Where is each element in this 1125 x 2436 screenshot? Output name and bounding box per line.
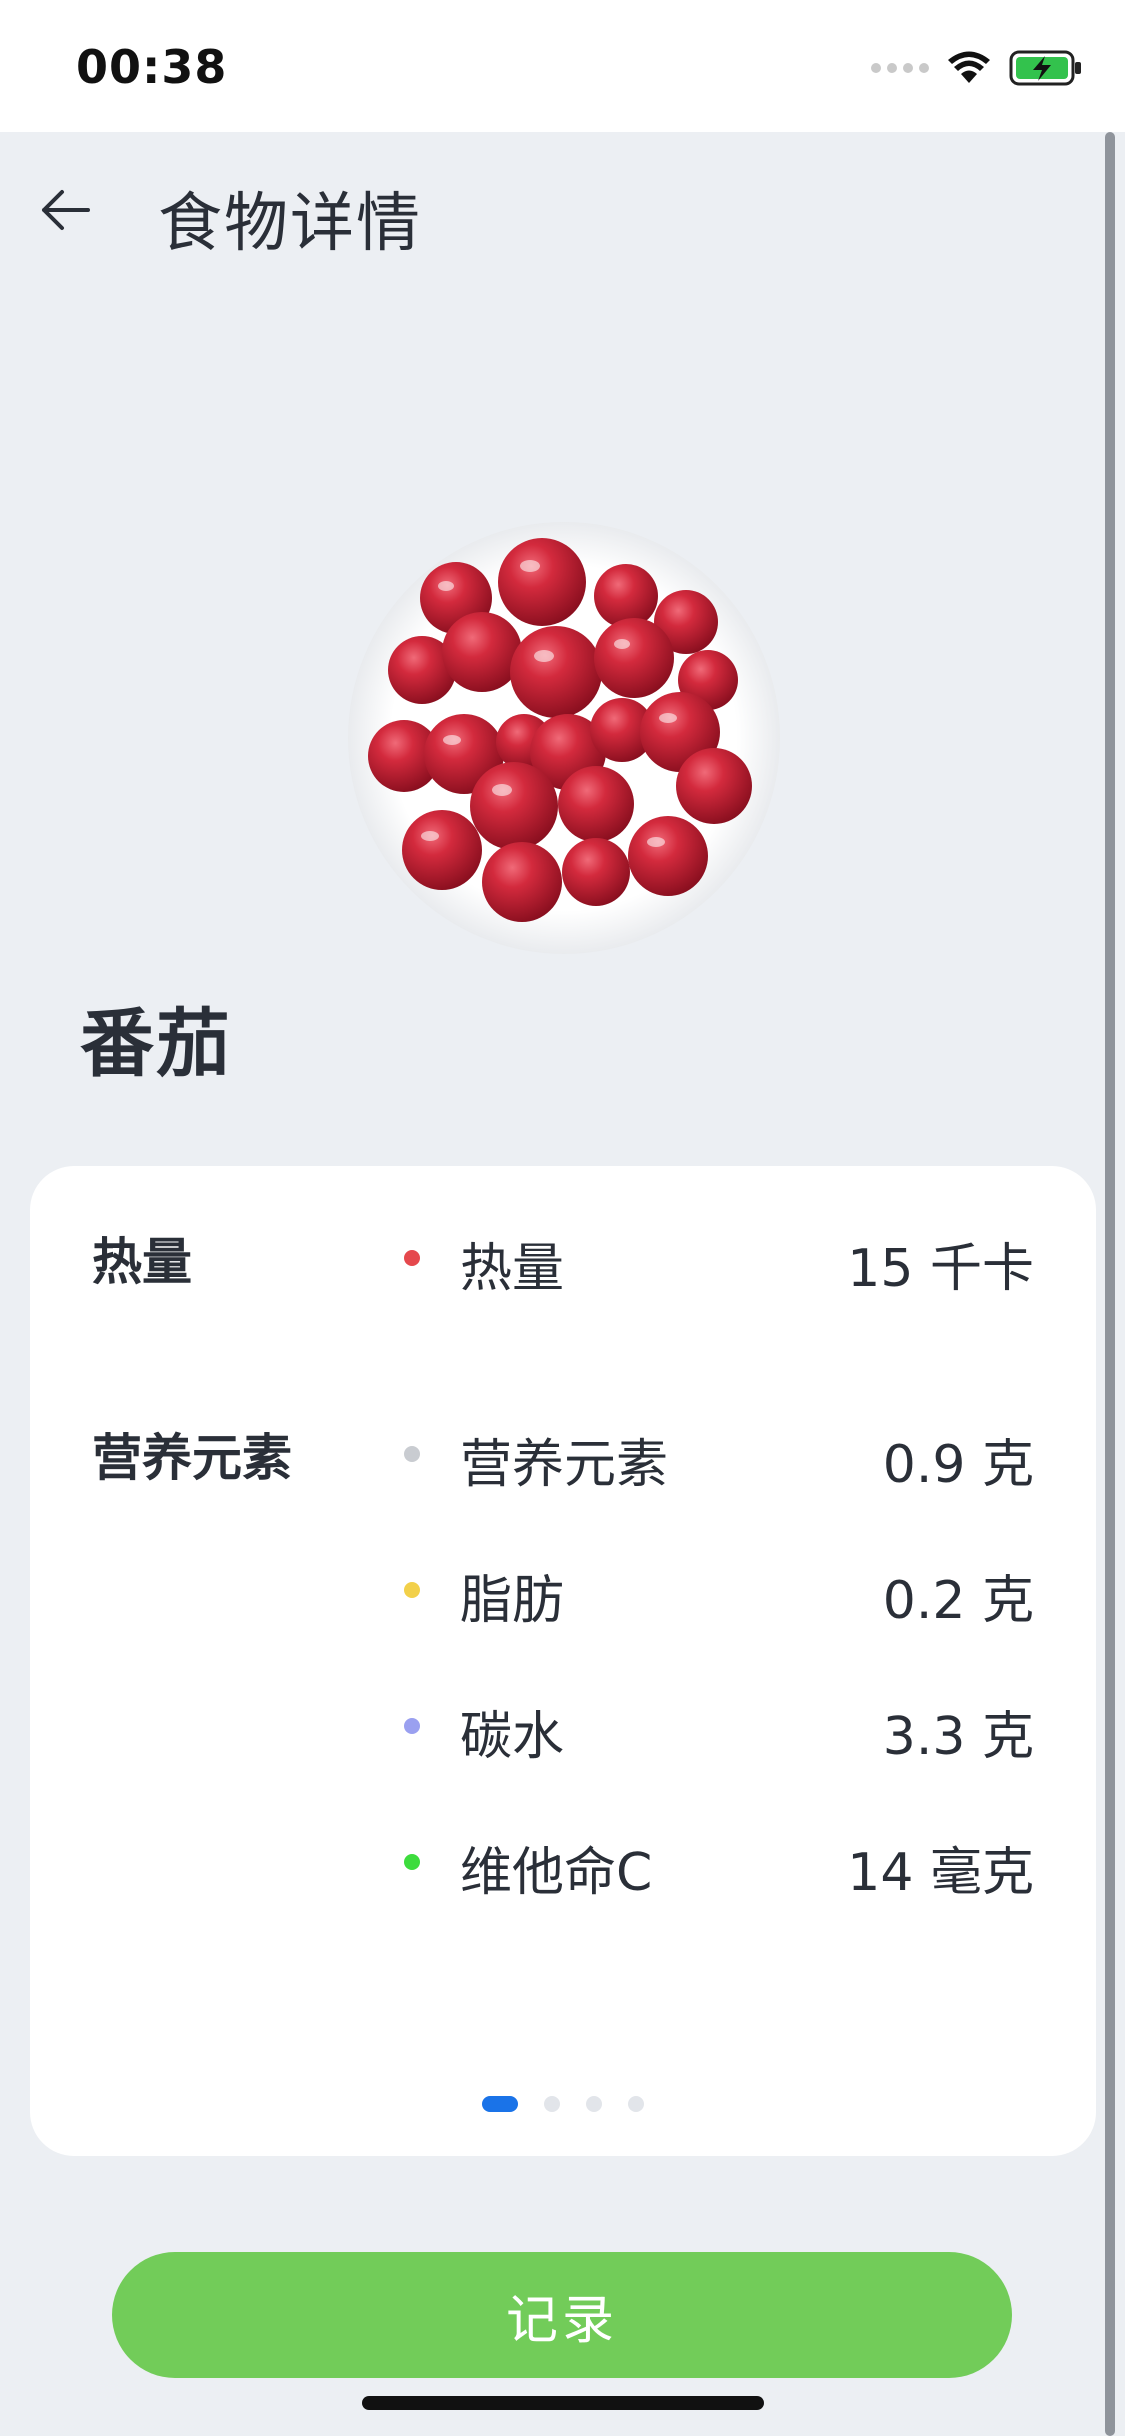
nutrition-name: 碳水 xyxy=(460,1707,565,1767)
nutrition-row: 碳水 3.3 克 xyxy=(30,1684,1096,1767)
nutrition-name: 维他命C xyxy=(460,1843,653,1903)
nutrition-value: 3.3 克 xyxy=(882,1707,1034,1767)
page-dot[interactable] xyxy=(628,2096,644,2112)
page-indicator xyxy=(30,2096,1096,2112)
status-time: 00:38 xyxy=(76,40,228,94)
legend-dot xyxy=(404,1854,420,1870)
nutrition-row: 热量 15 千卡 xyxy=(30,1216,1096,1299)
arrow-left-icon xyxy=(42,190,90,230)
page-dot-active[interactable] xyxy=(482,2096,518,2112)
status-icons xyxy=(871,48,1083,88)
top-nav: 食物详情 xyxy=(0,132,1125,292)
nutrition-name: 脂肪 xyxy=(460,1571,565,1631)
legend-dot xyxy=(404,1582,420,1598)
page-dot[interactable] xyxy=(586,2096,602,2112)
back-button[interactable] xyxy=(36,180,96,240)
nutrition-value: 14 毫克 xyxy=(847,1843,1034,1903)
nutrition-row: 维他命C 14 毫克 xyxy=(30,1820,1096,1903)
page-title: 食物详情 xyxy=(158,187,422,261)
legend-dot xyxy=(404,1718,420,1734)
wifi-icon xyxy=(948,51,990,83)
nutrition-card: 热量 热量 15 千卡 营养元素 营养元素 0.9 克 脂肪 0.2 克 碳水 … xyxy=(30,1166,1096,2156)
record-button[interactable]: 记录 xyxy=(112,2252,1012,2378)
status-bar: 00:38 xyxy=(0,0,1125,132)
nutrition-name: 营养元素 xyxy=(460,1435,669,1495)
page-dot[interactable] xyxy=(544,2096,560,2112)
battery-charging-icon xyxy=(1009,50,1081,86)
nutrition-value: 0.9 克 xyxy=(882,1435,1034,1495)
legend-dot xyxy=(404,1250,420,1266)
nutrition-value: 15 千卡 xyxy=(847,1239,1034,1299)
nutrition-name: 热量 xyxy=(460,1239,565,1299)
legend-dot xyxy=(404,1446,420,1462)
home-indicator[interactable] xyxy=(362,2396,764,2410)
cellular-signal-icon xyxy=(871,63,929,73)
nutrition-row: 营养元素 0.9 克 xyxy=(30,1412,1096,1495)
food-image xyxy=(348,522,780,954)
food-name: 番茄 xyxy=(80,1001,232,1087)
nutrition-value: 0.2 克 xyxy=(882,1571,1034,1631)
scrollbar[interactable] xyxy=(1105,132,1115,2436)
nutrition-row: 脂肪 0.2 克 xyxy=(30,1548,1096,1631)
